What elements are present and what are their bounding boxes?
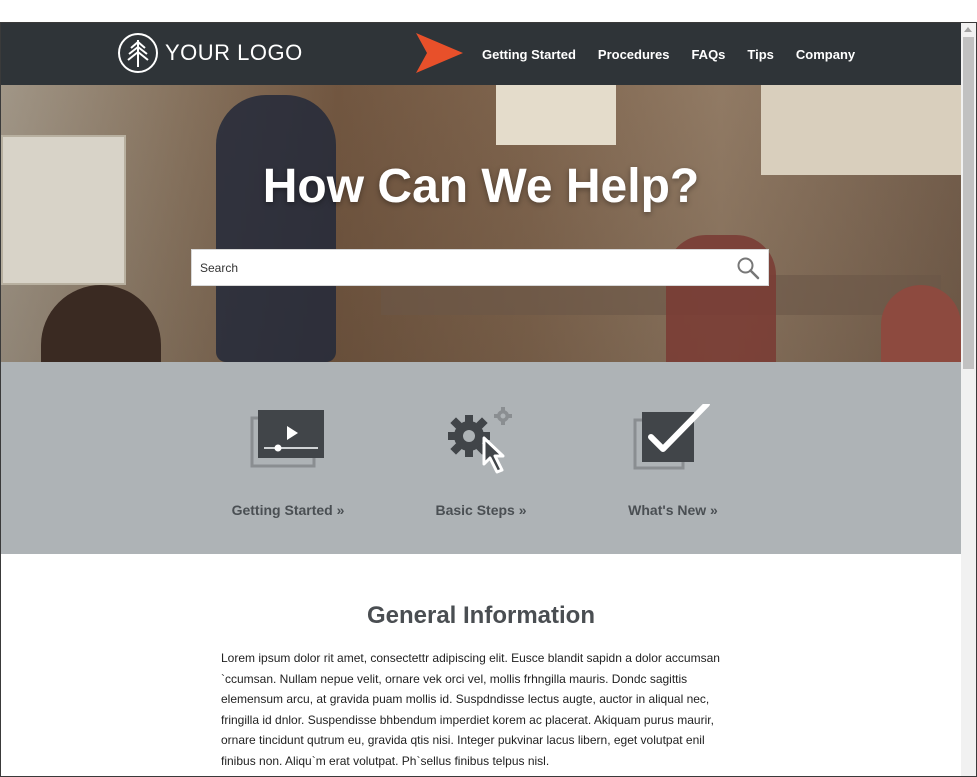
tile-label: Getting Started » — [231, 502, 345, 518]
vertical-scrollbar[interactable] — [961, 23, 976, 776]
tree-logo-icon — [118, 33, 158, 73]
nav-company[interactable]: Company — [796, 47, 855, 62]
tile-getting-started[interactable]: Getting Started » — [208, 404, 368, 518]
tile-label: Basic Steps » — [435, 502, 527, 518]
hero-window — [496, 85, 616, 145]
video-player-icon — [250, 410, 324, 468]
logo-text: YOUR LOGO — [165, 40, 303, 65]
gear-cursor-icon — [448, 407, 512, 474]
nav-faqs[interactable]: FAQs — [691, 47, 725, 62]
hero-person — [216, 95, 336, 362]
main-nav: Getting Started Procedures FAQs Tips Com… — [482, 23, 877, 85]
tile-whats-new[interactable]: What's New » — [593, 404, 753, 518]
hero-banner: How Can We Help? — [1, 85, 961, 362]
logo[interactable]: YOUR LOGO — [117, 32, 303, 74]
section-body: Lorem ipsum dolor rit amet, consectettr … — [221, 651, 720, 768]
section-title: General Information — [366, 602, 596, 629]
site-header: YOUR LOGO Getting Started Procedures FAQ… — [1, 23, 961, 85]
scroll-thumb[interactable] — [963, 37, 974, 369]
nav-procedures[interactable]: Procedures — [598, 47, 670, 62]
tile-label: What's New » — [628, 502, 718, 518]
hero-person — [881, 285, 961, 362]
scroll-up-icon[interactable] — [964, 27, 972, 32]
tile-basic-steps[interactable]: Basic Steps » — [401, 404, 561, 518]
search-box — [191, 249, 769, 286]
hero-person — [41, 285, 161, 362]
nav-tips[interactable]: Tips — [747, 47, 774, 62]
search-input[interactable] — [192, 250, 722, 285]
search-icon[interactable] — [736, 256, 760, 280]
hero-title: How Can We Help? — [262, 160, 700, 213]
browser-viewport: YOUR LOGO Getting Started Procedures FAQ… — [0, 22, 977, 777]
arrow-logo-icon — [416, 33, 463, 73]
quick-links: Getting Started » Basic Steps » What's N… — [1, 362, 961, 554]
nav-getting-started[interactable]: Getting Started — [482, 47, 576, 62]
checkmark-box-icon — [633, 404, 710, 470]
